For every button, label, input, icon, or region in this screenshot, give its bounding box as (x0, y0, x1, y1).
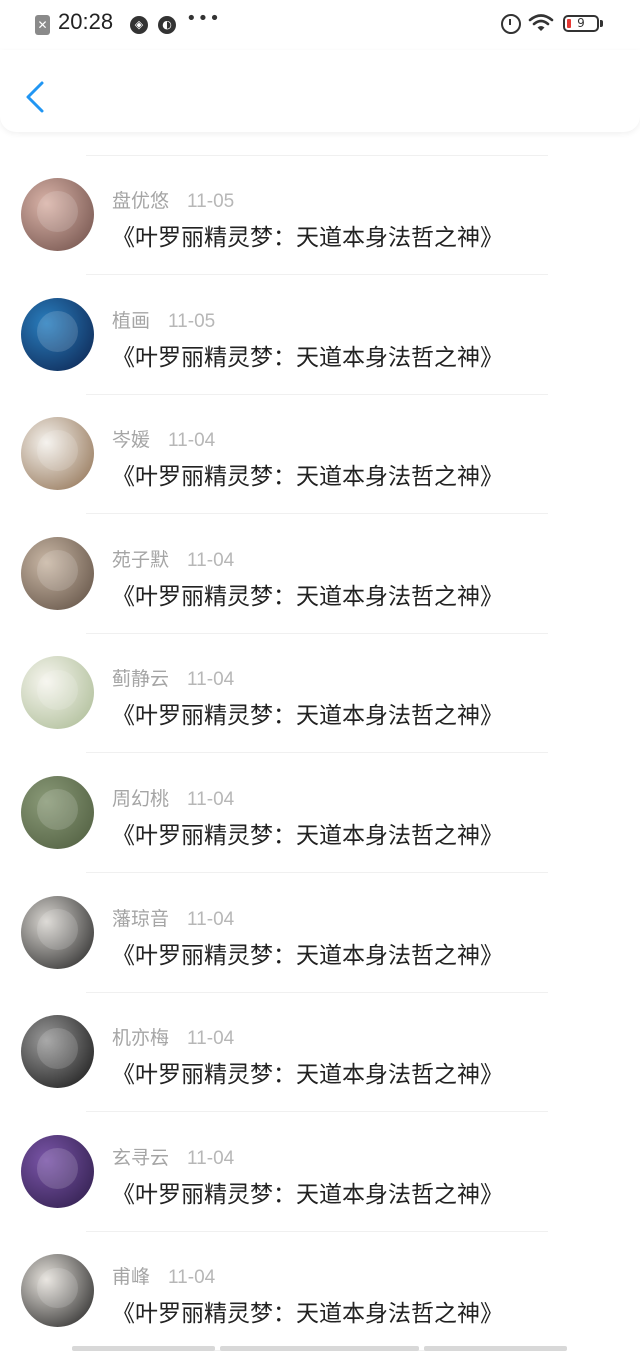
username[interactable]: 苑子默 (112, 549, 169, 571)
book-title[interactable]: 《叶罗丽精灵梦：天道本身法哲之神》 (112, 577, 503, 611)
list-item[interactable]: 植画 11-05 《叶罗丽精灵梦：天道本身法哲之神》 (0, 276, 640, 395)
list-item[interactable]: 苑子默 11-04 《叶罗丽精灵梦：天道本身法哲之神》 (0, 515, 640, 634)
comment-meta: 藩琼音 11-04 (112, 904, 234, 931)
avatar[interactable] (21, 178, 94, 251)
status-time: 20:28 (58, 9, 114, 34)
book-title[interactable]: 《叶罗丽精灵梦：天道本身法哲之神》 (112, 457, 503, 491)
battery-level: 9 (577, 16, 585, 30)
comment-meta: 玄寻云 11-04 (112, 1143, 234, 1170)
comment-date: 11-04 (187, 549, 235, 571)
list-item[interactable]: 岑媛 11-04 《叶罗丽精灵梦：天道本身法哲之神》 (0, 395, 640, 515)
comment-date: 11-04 (187, 1028, 235, 1050)
bottom-tab-indicator (220, 1346, 419, 1351)
book-title[interactable]: 《叶罗丽精灵梦：天道本身法哲之神》 (112, 936, 503, 970)
comment-date: 11-04 (187, 1147, 235, 1169)
username[interactable]: 蓟静云 (112, 668, 169, 690)
book-title[interactable]: 《叶罗丽精灵梦：天道本身法哲之神》 (112, 816, 503, 850)
list-item[interactable]: 周幻桃 11-04 《叶罗丽精灵梦：天道本身法哲之神》 (0, 754, 640, 873)
avatar[interactable] (21, 1015, 94, 1089)
comment-date: 11-05 (168, 310, 216, 332)
username[interactable]: 周幻桃 (112, 788, 169, 810)
book-title[interactable]: 《叶罗丽精灵梦：天道本身法哲之神》 (112, 1175, 503, 1209)
bottom-tab-indicator (424, 1346, 567, 1351)
comment-meta: 植画 11-05 (112, 306, 215, 333)
book-title[interactable]: 《叶罗丽精灵梦：天道本身法哲之神》 (112, 338, 503, 372)
alarm-icon (501, 14, 521, 34)
comment-date: 11-04 (187, 908, 235, 930)
comment-meta: 蓟静云 11-04 (112, 664, 234, 691)
comment-meta: 岑媛 11-04 (112, 425, 215, 452)
bottom-tab-strip (0, 1346, 640, 1351)
comment-meta: 机亦梅 11-04 (112, 1023, 234, 1050)
wifi-icon (528, 14, 554, 31)
username[interactable]: 植画 (112, 310, 150, 332)
nav-bar (0, 50, 640, 132)
list-item[interactable]: 盘优悠 11-05 《叶罗丽精灵梦：天道本身法哲之神》 (0, 156, 640, 275)
comment-date: 11-04 (168, 430, 216, 452)
username[interactable]: 岑媛 (112, 429, 150, 451)
avatar[interactable] (21, 297, 94, 371)
bottom-tab-indicator (72, 1346, 215, 1351)
book-title[interactable]: 《叶罗丽精灵梦：天道本身法哲之神》 (112, 696, 503, 730)
status-bar: ✕ 20:28 ◈ ◐ ••• 9 (0, 0, 640, 50)
voice-icon: ◈ (130, 16, 148, 34)
comment-date: 11-04 (187, 789, 235, 810)
chevron-left-icon (26, 81, 44, 113)
close-notification-icon: ✕ (35, 15, 50, 35)
list-item[interactable]: 蓟静云 11-04 《叶罗丽精灵梦：天道本身法哲之神》 (0, 634, 640, 754)
username[interactable]: 盘优悠 (112, 190, 169, 212)
list-item[interactable]: 甫峰 11-04 《叶罗丽精灵梦：天道本身法哲之神》 (0, 1232, 640, 1351)
comment-date: 11-04 (187, 669, 235, 691)
comment-meta: 苑子默 11-04 (112, 545, 234, 572)
list-item[interactable]: 玄寻云 11-04 《叶罗丽精灵梦：天道本身法哲之神》 (0, 1113, 640, 1232)
avatar[interactable] (21, 1254, 94, 1328)
comment-date: 11-04 (168, 1267, 216, 1289)
username[interactable]: 玄寻云 (112, 1147, 169, 1169)
battery-icon: 9 (563, 15, 599, 32)
list-item[interactable]: 藩琼音 11-04 《叶罗丽精灵梦：天道本身法哲之神》 (0, 874, 640, 993)
username[interactable]: 甫峰 (112, 1266, 150, 1288)
avatar[interactable] (21, 656, 94, 730)
comment-date: 11-05 (187, 191, 235, 212)
avatar[interactable] (21, 895, 94, 969)
avatar[interactable] (21, 417, 94, 491)
comment-meta: 周幻桃 11-04 (112, 784, 234, 811)
battery-cap (600, 20, 603, 27)
compass-icon: ◐ (158, 16, 176, 34)
avatar[interactable] (21, 536, 94, 610)
avatar[interactable] (21, 776, 94, 849)
more-dots-icon: ••• (186, 8, 221, 29)
username[interactable]: 机亦梅 (112, 1027, 169, 1049)
book-title[interactable]: 《叶罗丽精灵梦：天道本身法哲之神》 (112, 1055, 503, 1089)
list-item[interactable]: 机亦梅 11-04 《叶罗丽精灵梦：天道本身法哲之神》 (0, 993, 640, 1113)
comment-meta: 盘优悠 11-05 (112, 186, 234, 213)
username[interactable]: 藩琼音 (112, 908, 169, 930)
book-title[interactable]: 《叶罗丽精灵梦：天道本身法哲之神》 (112, 218, 503, 252)
comment-meta: 甫峰 11-04 (112, 1262, 215, 1289)
avatar[interactable] (21, 1134, 94, 1208)
back-button[interactable] (22, 80, 50, 116)
book-title[interactable]: 《叶罗丽精灵梦：天道本身法哲之神》 (112, 1294, 503, 1328)
